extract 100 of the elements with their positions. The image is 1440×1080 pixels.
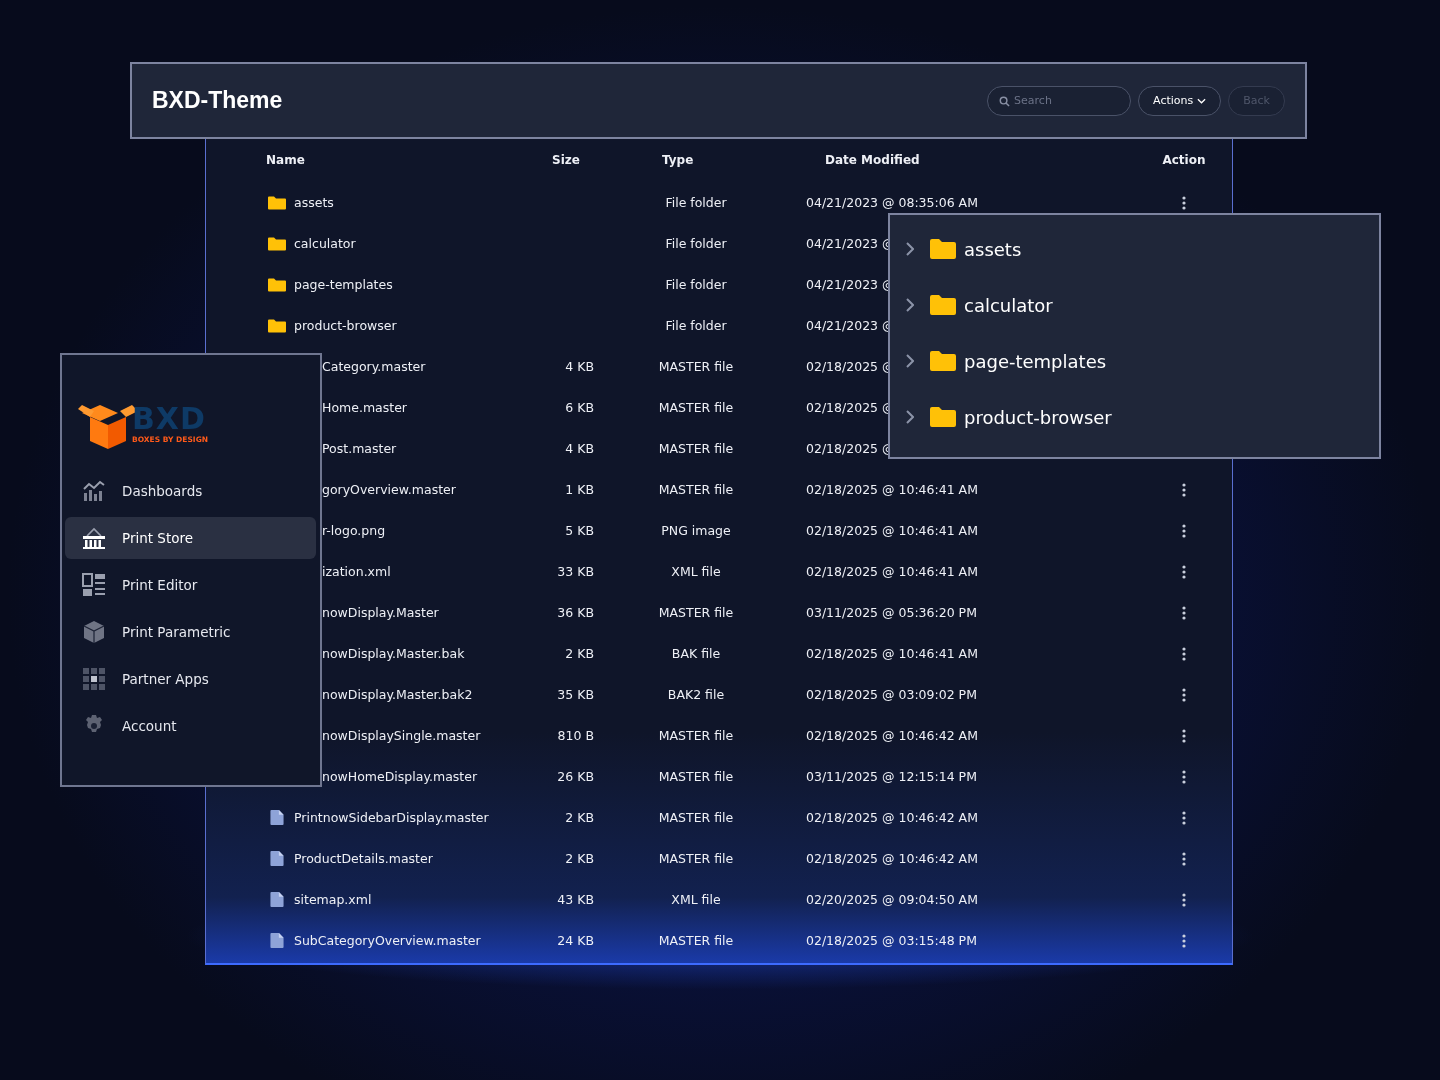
- date-modified: 02/20/2025 @ 09:04:50 AM: [806, 892, 978, 907]
- page-title: BXD-Theme: [152, 87, 283, 114]
- file-size: 35 KB: [557, 687, 594, 702]
- date-modified: 02/18/2025 @ 10:46:41 AM: [806, 646, 978, 661]
- file-name[interactable]: nowHomeDisplay.master: [322, 769, 478, 784]
- file-type: BAK file: [671, 646, 721, 661]
- file-size: 6 KB: [565, 400, 594, 415]
- file-name[interactable]: Home.master: [322, 400, 407, 415]
- file-name[interactable]: nowDisplay.Master.bak: [322, 646, 465, 661]
- date-modified: 02/18/2025 @ 03:15:48 PM: [806, 933, 977, 948]
- logo-wordmark: BXD: [132, 403, 207, 435]
- folder-name[interactable]: assets: [964, 238, 1022, 260]
- file-type: MASTER file: [658, 810, 734, 825]
- file-size: 36 KB: [557, 605, 594, 620]
- caret-icon: [1197, 97, 1207, 104]
- more-options-icon[interactable]: [1182, 195, 1186, 210]
- file-size: 810 B: [557, 728, 594, 743]
- more-options-icon[interactable]: [1182, 810, 1186, 825]
- file-size: 2 KB: [565, 851, 594, 866]
- more-options-icon[interactable]: [1182, 646, 1186, 661]
- more-options-icon[interactable]: [1182, 687, 1186, 702]
- file-name[interactable]: SubCategoryOverview.master: [294, 933, 481, 948]
- date-modified: 03/11/2025 @ 05:36:20 PM: [806, 605, 977, 620]
- more-options-icon[interactable]: [1182, 769, 1186, 784]
- file-type: MASTER file: [658, 400, 734, 415]
- file-type: MASTER file: [658, 769, 734, 784]
- file-size: 24 KB: [557, 933, 594, 948]
- file-name[interactable]: ization.xml: [322, 564, 391, 579]
- date-modified: 02/18/2025 @ 10:46:41 AM: [806, 564, 978, 579]
- file-name[interactable]: goryOverview.master: [322, 482, 456, 497]
- nav-item[interactable]: Dashboards: [65, 470, 316, 512]
- layout-icon: [82, 573, 106, 597]
- date-modified: 02/18/2025 @ 10:46:41 AM: [806, 523, 978, 538]
- nav-item[interactable]: Print Editor: [65, 564, 316, 606]
- date-modified: 02/18/2025 @ 10:46:42 AM: [806, 810, 978, 825]
- file-type: XML file: [671, 892, 721, 907]
- file-type: MASTER file: [658, 728, 734, 743]
- search-icon: [999, 95, 1011, 107]
- file-type: File folder: [665, 236, 727, 251]
- column-header: Name: [265, 153, 306, 167]
- file-size: 2 KB: [565, 646, 594, 661]
- file-name[interactable]: sitemap.xml: [294, 892, 372, 907]
- file-name[interactable]: PrintnowSidebarDisplay.master: [294, 810, 489, 825]
- file-name[interactable]: ProductDetails.master: [294, 851, 433, 866]
- more-options-icon[interactable]: [1182, 933, 1186, 948]
- folder-name[interactable]: calculator: [964, 294, 1053, 316]
- file-name[interactable]: Category.master: [322, 359, 426, 374]
- file-size: 4 KB: [565, 441, 594, 456]
- more-options-icon[interactable]: [1182, 728, 1186, 743]
- folder-icon: [930, 295, 956, 315]
- more-options-icon[interactable]: [1182, 482, 1186, 497]
- chevron-icon[interactable]: [906, 410, 914, 424]
- file-size: 33 KB: [557, 564, 594, 579]
- nav-item[interactable]: Partner Apps: [65, 658, 316, 700]
- search-field[interactable]: Search: [987, 85, 1132, 116]
- nav-item[interactable]: Print Parametric: [65, 611, 316, 653]
- more-options-icon[interactable]: [1182, 851, 1186, 866]
- file-type: PNG image: [661, 523, 731, 538]
- column-header: Action: [1161, 153, 1207, 167]
- file-size: 43 KB: [557, 892, 594, 907]
- date-modified: 02/18/2025 @ 10:46:41 AM: [806, 482, 978, 497]
- date-modified: 02/18/2025 @ 10:46:42 AM: [806, 851, 978, 866]
- nav-item[interactable]: Account: [65, 705, 316, 747]
- file-type: MASTER file: [658, 605, 734, 620]
- chevron-icon[interactable]: [906, 354, 914, 368]
- file-name[interactable]: calculator: [294, 236, 356, 251]
- file-name[interactable]: Post.master: [322, 441, 397, 456]
- file-type: XML file: [671, 564, 721, 579]
- more-options-icon[interactable]: [1182, 605, 1186, 620]
- file-type: MASTER file: [658, 359, 734, 374]
- chevron-icon[interactable]: [906, 298, 914, 312]
- folder-name[interactable]: product-browser: [964, 406, 1112, 428]
- file-name[interactable]: nowDisplay.Master.bak2: [322, 687, 473, 702]
- more-options-icon[interactable]: [1182, 564, 1186, 579]
- folder-icon: [930, 407, 956, 427]
- file-name[interactable]: assets: [294, 195, 334, 210]
- file-type: MASTER file: [658, 482, 734, 497]
- nav-item[interactable]: Print Store: [65, 517, 316, 559]
- file-name[interactable]: product-browser: [294, 318, 397, 333]
- cube-icon: [82, 620, 106, 644]
- more-options-icon[interactable]: [1182, 523, 1186, 538]
- more-options-icon[interactable]: [1182, 892, 1186, 907]
- file-name[interactable]: page-templates: [294, 277, 393, 292]
- column-header: Type: [661, 153, 695, 167]
- date-modified: 04/21/2023 @ 08:35:06 AM: [806, 195, 978, 210]
- folder-icon: [930, 351, 956, 371]
- date-modified: 03/11/2025 @ 12:15:14 PM: [806, 769, 977, 784]
- file-size: 2 KB: [565, 810, 594, 825]
- chevron-icon[interactable]: [906, 242, 914, 256]
- file-type: BAK2 file: [667, 687, 725, 702]
- file-name[interactable]: nowDisplay.Master: [322, 605, 439, 620]
- file-type: MASTER file: [658, 933, 734, 948]
- file-name[interactable]: r-logo.png: [322, 523, 386, 538]
- date-modified: 02/18/2025 @ 10:46:42 AM: [806, 728, 978, 743]
- file-name[interactable]: nowDisplaySingle.master: [322, 728, 481, 743]
- date-modified: 02/18/2025 @ 03:09:02 PM: [806, 687, 977, 702]
- folder-name[interactable]: page-templates: [964, 350, 1107, 372]
- column-header: Date Modified: [824, 153, 921, 167]
- actions-button[interactable]: Actions: [1138, 85, 1222, 116]
- column-header: Size: [551, 153, 581, 167]
